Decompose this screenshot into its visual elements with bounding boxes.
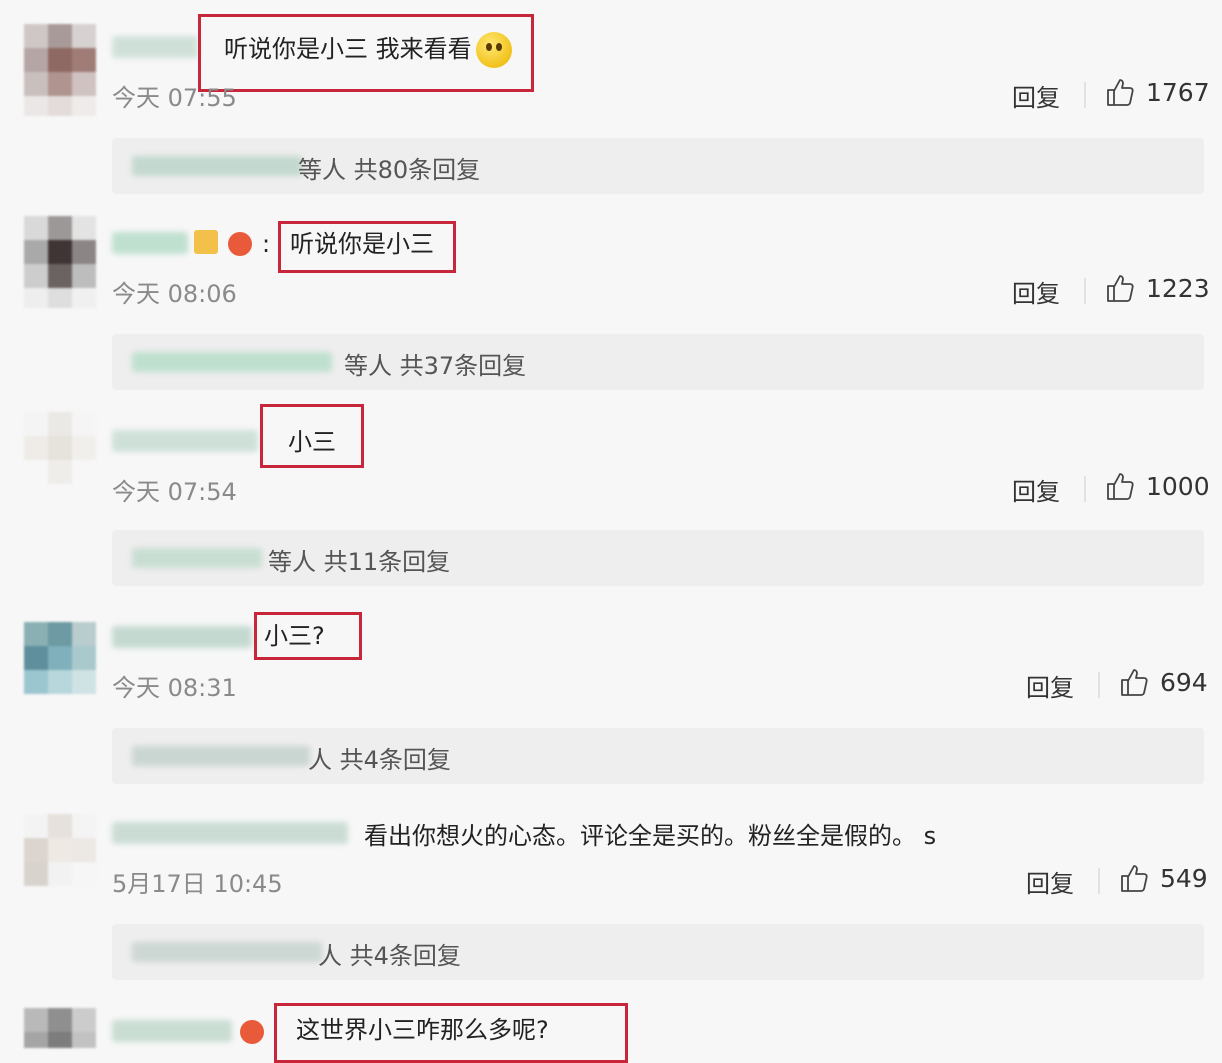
comment-time: 今天 07:54 xyxy=(112,478,237,506)
like-button[interactable]: 1223 xyxy=(1104,272,1210,304)
sub-replies[interactable]: 人 共4条回复 xyxy=(112,728,1204,784)
username-blurred[interactable] xyxy=(112,1020,232,1042)
thumbs-up-icon xyxy=(1107,275,1134,302)
comment-text: 听说你是小三 我来看看 xyxy=(224,32,512,68)
like-button[interactable]: 1767 xyxy=(1104,76,1210,108)
heart-badge-icon xyxy=(228,232,252,256)
divider xyxy=(1084,278,1086,304)
sub-reply-summary: 人 共4条回复 xyxy=(308,746,451,774)
sub-replies[interactable]: 等人 共11条回复 xyxy=(112,530,1204,586)
sub-reply-summary: 等人 共80条回复 xyxy=(298,156,481,184)
comment-time: 5月17日 10:45 xyxy=(112,870,283,898)
divider xyxy=(1098,672,1100,698)
thumbs-up-icon xyxy=(1121,669,1148,696)
comment-text: 看出你想火的心态。评论全是买的。粉丝全是假的。 s xyxy=(364,822,937,850)
username-blurred[interactable] xyxy=(112,232,188,254)
avatar[interactable] xyxy=(24,622,96,714)
comment-time: 今天 08:31 xyxy=(112,674,237,702)
smile-emoji-icon xyxy=(475,32,512,68)
heart-badge-icon xyxy=(240,1020,264,1044)
like-count: 694 xyxy=(1160,667,1208,697)
sub-reply-summary: 人 共4条回复 xyxy=(318,942,461,970)
like-count: 1000 xyxy=(1146,471,1210,501)
sub-replies[interactable]: 人 共4条回复 xyxy=(112,924,1204,980)
comment-text: 这世界小三咋那么多呢? xyxy=(296,1016,549,1044)
replier-names-blurred xyxy=(132,746,310,766)
comment-text: 小三? xyxy=(264,622,325,650)
comment-text: 听说你是小三 xyxy=(290,230,434,258)
comment-text: 小三 xyxy=(288,428,336,456)
divider xyxy=(1084,476,1086,502)
like-count: 1223 xyxy=(1146,273,1210,303)
like-button[interactable]: 549 xyxy=(1118,862,1208,894)
reply-button[interactable]: 回复 xyxy=(1026,864,1074,899)
thumbs-up-icon xyxy=(1107,79,1134,106)
sub-replies[interactable]: 等人 共80条回复 xyxy=(112,138,1204,194)
thumbs-up-icon xyxy=(1107,473,1134,500)
sub-replies[interactable]: 等人 共37条回复 xyxy=(112,334,1204,390)
avatar[interactable] xyxy=(24,814,96,906)
comment-time: 今天 08:06 xyxy=(112,280,237,308)
like-count: 1767 xyxy=(1146,77,1210,107)
replier-names-blurred xyxy=(132,942,322,962)
sub-reply-summary: 等人 共11条回复 xyxy=(268,548,451,576)
avatar[interactable] xyxy=(24,412,96,504)
avatar[interactable] xyxy=(24,24,96,116)
avatar[interactable] xyxy=(24,1008,96,1048)
reply-button[interactable]: 回复 xyxy=(1012,274,1060,309)
reply-button[interactable]: 回复 xyxy=(1012,78,1060,113)
sub-reply-summary: 等人 共37条回复 xyxy=(344,352,527,380)
like-button[interactable]: 694 xyxy=(1118,666,1208,698)
username-blurred[interactable] xyxy=(112,626,252,648)
replier-names-blurred xyxy=(132,548,262,568)
replier-names-blurred xyxy=(132,352,332,372)
thumbs-up-icon xyxy=(1121,865,1148,892)
colon: : xyxy=(262,230,271,258)
divider xyxy=(1098,868,1100,894)
replier-names-blurred xyxy=(132,156,302,176)
reply-button[interactable]: 回复 xyxy=(1012,472,1060,507)
reply-button[interactable]: 回复 xyxy=(1026,668,1074,703)
username-blurred[interactable] xyxy=(112,36,198,58)
avatar[interactable] xyxy=(24,216,96,308)
username-blurred[interactable] xyxy=(112,822,348,844)
like-count: 549 xyxy=(1160,863,1208,893)
username-blurred[interactable] xyxy=(112,430,258,452)
comment-time: 今天 07:55 xyxy=(112,84,237,112)
divider xyxy=(1084,82,1086,108)
vip-badge-icon xyxy=(194,230,218,254)
like-button[interactable]: 1000 xyxy=(1104,470,1210,502)
